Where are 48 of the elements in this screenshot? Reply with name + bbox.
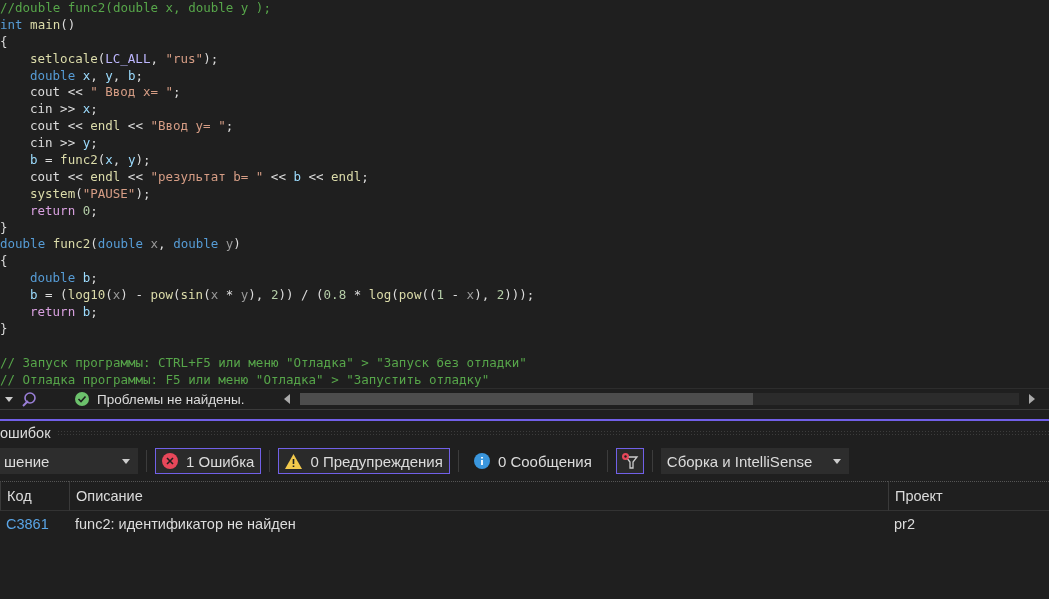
column-header[interactable]: Проект [888, 481, 1049, 511]
filter-toggle[interactable]: 0 Сообщения [466, 448, 599, 474]
info-icon [473, 453, 490, 469]
code-line: cout << endl << "результат b= " << b << endl; [29, 168, 370, 186]
panel-title: ошибок [0, 425, 51, 441]
code-line: cout << " Ввод x= "; [29, 84, 182, 102]
filter-toggle[interactable]: 1 Ошибка [155, 448, 262, 474]
code-line: setlocale(LC_ALL, "rus"); [29, 50, 220, 68]
code-line: return 0; [29, 202, 99, 220]
code-line: cin >> x; [29, 101, 99, 119]
code-line: } [0, 320, 9, 338]
table-cell-text: func2: идентификатор не найден [74, 515, 297, 534]
filter-toggle[interactable]: 0 Предупреждения [278, 448, 450, 474]
table-cell-text: pr2 [893, 515, 916, 534]
caret-icon [832, 458, 841, 464]
scope-dropdown[interactable]: шение [0, 448, 138, 474]
error-icon [162, 453, 178, 469]
scroll-left-icon[interactable] [284, 394, 291, 404]
column-header[interactable]: Описание [69, 481, 888, 511]
scroll-right-icon[interactable] [1029, 394, 1035, 404]
code-line: b = func2(x, y); [29, 152, 152, 169]
code-line: // Отладка программы: F5 или меню "Отладка" > "Запустить отладку" [0, 371, 491, 388]
code-line: cout << endl << "Ввод y= "; [29, 118, 235, 136]
warning-icon [285, 453, 303, 469]
filter-button[interactable] [615, 448, 644, 474]
check-circle-icon [75, 392, 89, 406]
source-dropdown[interactable]: Сборка и IntelliSense [660, 448, 849, 474]
code-line: double func2(double x, double y) [0, 236, 242, 254]
status-message: Проблемы не найдены. [97, 391, 245, 407]
error-code-link[interactable]: C3861 [0, 511, 69, 537]
filter-icon [620, 452, 639, 470]
code-line: system("PAUSE"); [29, 185, 152, 203]
code-line: b = (log10(x) - pow(sin(x * y), 2)) / (0.8 * log(pow((1 - x), 2))); [29, 287, 536, 305]
code-line: double b; [29, 270, 99, 288]
column-header[interactable]: Код [0, 481, 69, 511]
caret-icon[interactable] [5, 396, 13, 402]
code-line: cin >> y; [29, 135, 99, 152]
code-line: { [0, 253, 9, 271]
code-line: { [0, 33, 9, 51]
code-line: double x, y, b; [29, 67, 144, 85]
code-line: //double func2(double x, double y ); [0, 0, 272, 17]
code-line: int main() [0, 16, 77, 34]
scrollbar-thumb[interactable] [300, 393, 754, 405]
code-line: return b; [29, 304, 99, 321]
code-line: } [0, 219, 9, 237]
code-line: // Запуск программы: CTRL+F5 или меню "Отладка" > "Запуск без отладки" [0, 354, 528, 372]
caret-icon [122, 458, 130, 464]
horizontal-scrollbar[interactable] [300, 393, 1019, 405]
